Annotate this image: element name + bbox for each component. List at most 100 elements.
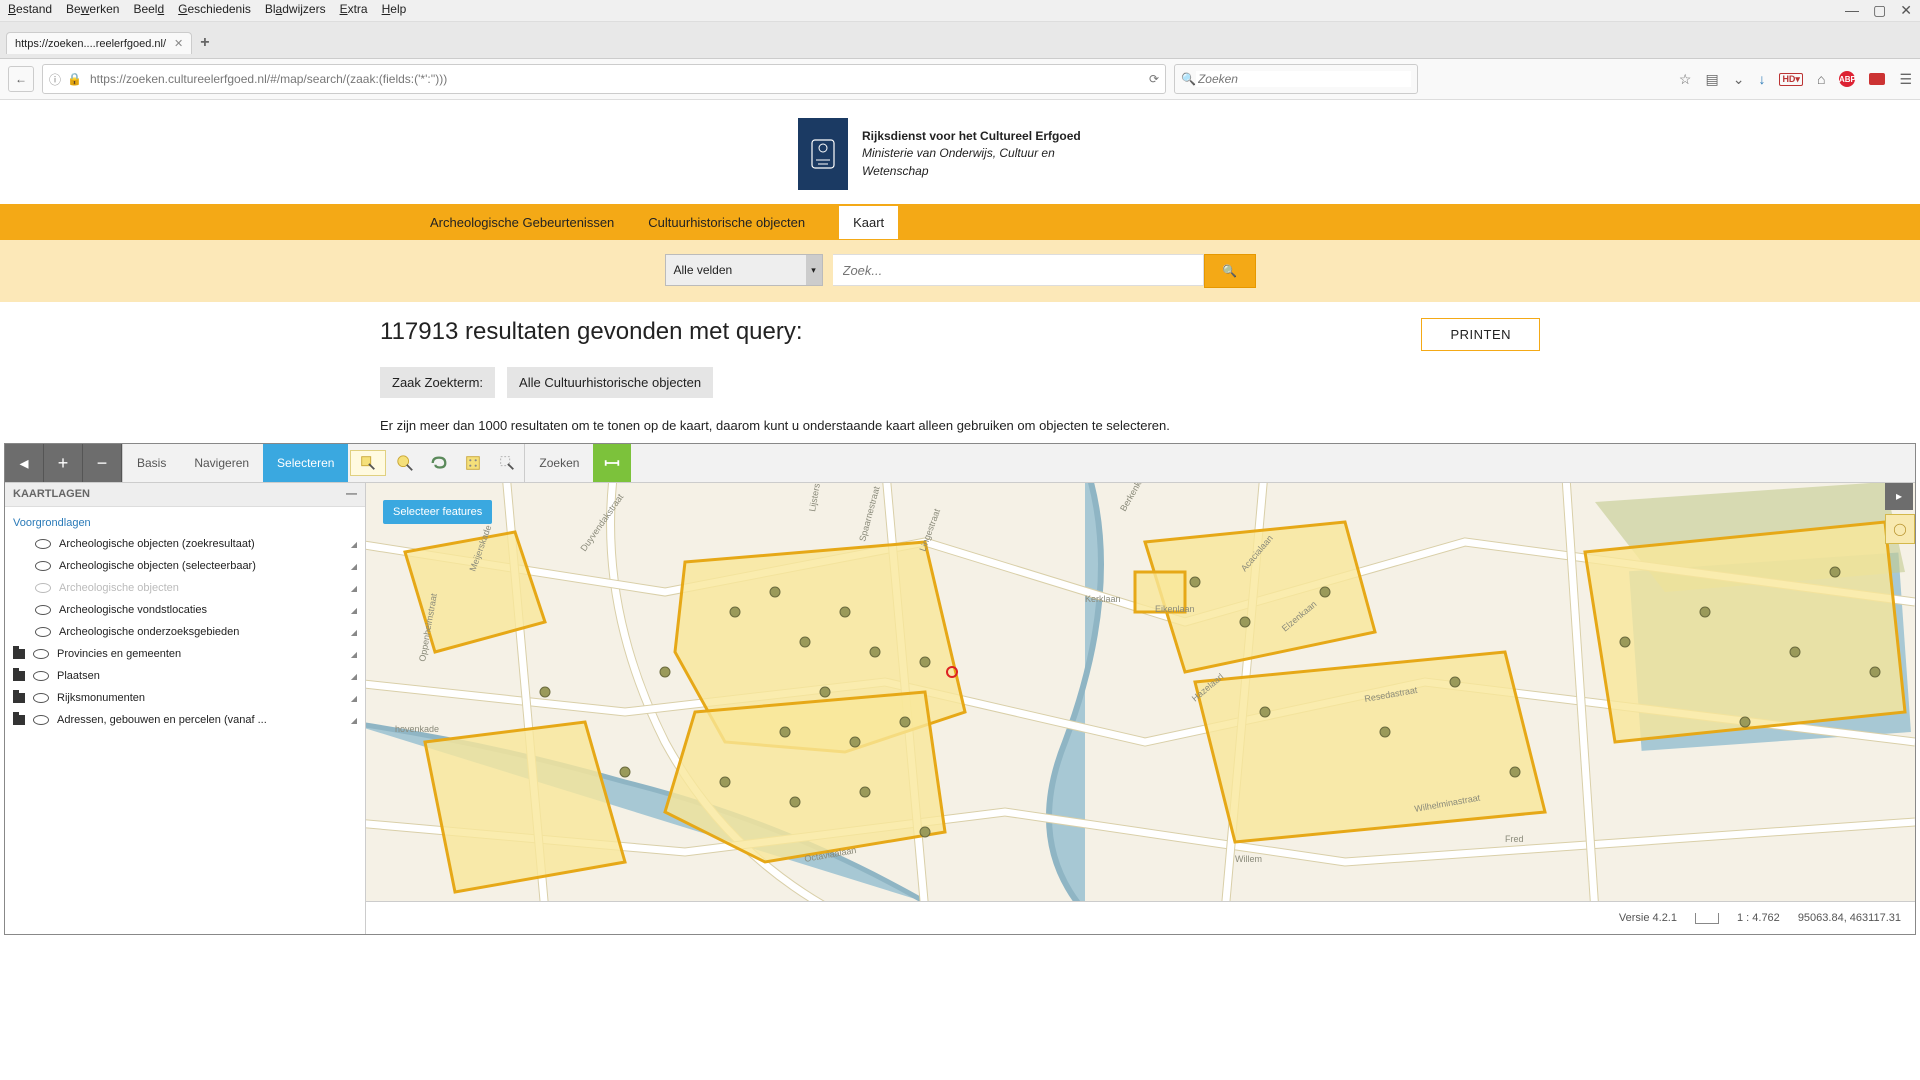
hd-badge-icon[interactable]: HD▾: [1779, 73, 1803, 86]
sidebar-collapse-icon[interactable]: —: [346, 488, 357, 500]
nav-item-cultuurhistorische[interactable]: Cultuurhistorische objecten: [648, 206, 805, 239]
expand-arrow-icon[interactable]: ◢: [351, 716, 357, 725]
expand-arrow-icon[interactable]: ◢: [351, 694, 357, 703]
eye-icon[interactable]: [35, 583, 51, 593]
expand-arrow-icon[interactable]: ◢: [351, 584, 357, 593]
locate-button[interactable]: ◯: [1885, 514, 1915, 544]
chip-alle-cultuurhistorische[interactable]: Alle Cultuurhistorische objecten: [507, 367, 713, 398]
eye-icon[interactable]: [35, 627, 51, 637]
layer-label: Plaatsen: [57, 670, 100, 682]
adblock-icon[interactable]: ABP: [1839, 71, 1855, 87]
hamburger-menu-icon[interactable]: ☰: [1899, 71, 1912, 88]
select-point-tool-icon[interactable]: [350, 450, 386, 476]
zoom-in-button[interactable]: +: [44, 444, 83, 482]
bookmark-star-icon[interactable]: ☆: [1679, 71, 1692, 88]
map-canvas[interactable]: Selecteer features .road{stroke:#fff;str…: [365, 482, 1915, 902]
eye-icon[interactable]: [35, 561, 51, 571]
window-close-icon[interactable]: ✕: [1900, 2, 1912, 19]
mode-navigeren[interactable]: Navigeren: [180, 444, 263, 482]
layer-row[interactable]: Rijksmonumenten ◢: [5, 687, 365, 709]
expand-arrow-icon[interactable]: ◢: [351, 540, 357, 549]
layer-label: Archeologische onderzoeksgebieden: [59, 626, 239, 638]
home-icon[interactable]: ⌂: [1817, 71, 1825, 87]
expand-arrow-icon[interactable]: ◢: [351, 650, 357, 659]
eye-icon[interactable]: [35, 539, 51, 549]
field-selector-dropdown[interactable]: Alle velden ▾: [665, 254, 823, 286]
toolbar-back-button[interactable]: ◂: [5, 444, 44, 482]
select-rect-tool-icon[interactable]: [456, 444, 490, 482]
url-box[interactable]: ⓘ 🔒 ⟳: [42, 64, 1166, 94]
layer-row[interactable]: Plaatsen ◢: [5, 665, 365, 687]
browser-search-input[interactable]: [1196, 71, 1411, 87]
query-input[interactable]: [833, 254, 1204, 286]
status-coords: 95063.84, 463117.31: [1798, 912, 1901, 924]
nav-item-kaart[interactable]: Kaart: [839, 206, 898, 239]
right-panel-toggle[interactable]: ▸: [1885, 482, 1913, 510]
downloads-icon[interactable]: ↓: [1758, 71, 1765, 87]
select-lasso-tool-icon[interactable]: [422, 444, 456, 482]
search-band: Alle velden ▾ 🔍: [0, 240, 1920, 302]
expand-arrow-icon[interactable]: ◢: [351, 628, 357, 637]
layer-row[interactable]: Provincies en gemeenten◢: [5, 643, 365, 665]
youtube-icon[interactable]: [1869, 73, 1885, 85]
expand-arrow-icon[interactable]: ◢: [351, 606, 357, 615]
browser-toolbar-icons: ☆ ▤ ⌄ ↓ HD▾ ⌂ ABP ☰: [1679, 71, 1912, 88]
print-button[interactable]: PRINTEN: [1421, 318, 1540, 351]
menu-bewerken[interactable]: Bewerken: [66, 2, 119, 19]
svg-text:Willem: Willem: [1235, 854, 1262, 864]
svg-text:Kerklaan: Kerklaan: [1085, 594, 1121, 604]
info-icon[interactable]: ⓘ: [49, 71, 61, 88]
menu-help[interactable]: Help: [382, 2, 407, 19]
mode-basis[interactable]: Basis: [123, 444, 180, 482]
layer-row[interactable]: Adressen, gebouwen en percelen (vanaf ..…: [5, 709, 365, 731]
map-toolbar: ◂ + − Basis Navigeren Selecteren Zoeken: [5, 444, 1915, 483]
mode-selecteren[interactable]: Selecteren: [263, 444, 348, 482]
new-tab-button[interactable]: +: [200, 34, 209, 52]
layer-row[interactable]: Archeologische objecten (selecteerbaar)◢: [5, 555, 365, 577]
layer-row[interactable]: Archeologische objecten (zoekresultaat)◢: [5, 533, 365, 555]
menu-extra[interactable]: Extra: [340, 2, 368, 19]
eye-icon[interactable]: [35, 605, 51, 615]
brand-ministry: Ministerie van Onderwijs, Cultuur en Wet…: [862, 146, 1055, 177]
map-right-controls: ▸ ◯: [1885, 482, 1915, 544]
sidebar-title: KAARTLAGEN: [13, 488, 90, 500]
layer-row[interactable]: Archeologische onderzoeksgebieden ◢: [5, 621, 365, 643]
layer-label: Archeologische vondstlocaties: [59, 604, 207, 616]
results-count: 117913: [380, 318, 458, 345]
select-polygon-tool-icon[interactable]: [490, 444, 524, 482]
layer-row[interactable]: Archeologische objecten◢: [5, 577, 365, 599]
filter-chips: Zaak Zoekterm: Alle Cultuurhistorische o…: [380, 367, 1540, 398]
library-icon[interactable]: ▤: [1705, 71, 1718, 88]
mode-zoeken[interactable]: Zoeken: [525, 444, 593, 482]
expand-arrow-icon[interactable]: ◢: [351, 562, 357, 571]
map-viewer: ◂ + − Basis Navigeren Selecteren Zoeken …: [4, 443, 1916, 935]
pocket-icon[interactable]: ⌄: [1733, 71, 1745, 88]
menu-bestand[interactable]: Bestand: [8, 2, 52, 19]
eye-icon[interactable]: [33, 715, 49, 725]
measure-tool-icon[interactable]: [593, 444, 631, 482]
browser-search-box[interactable]: 🔍: [1174, 64, 1418, 94]
layer-label: Rijksmonumenten: [57, 692, 145, 704]
sidebar-body[interactable]: Voorgrondlagen Archeologische objecten (…: [5, 507, 365, 934]
menu-geschiedenis[interactable]: Geschiedenis: [178, 2, 251, 19]
tab-close-icon[interactable]: ✕: [174, 37, 183, 50]
menu-beeld[interactable]: Beeld: [133, 2, 164, 19]
url-input[interactable]: [88, 71, 1143, 87]
back-button[interactable]: ←: [8, 66, 34, 92]
menu-bladwijzers[interactable]: Bladwijzers: [265, 2, 326, 19]
layer-row[interactable]: Archeologische vondstlocaties ◢: [5, 599, 365, 621]
eye-icon[interactable]: [33, 671, 49, 681]
window-minimize-icon[interactable]: —: [1845, 2, 1859, 19]
select-circle-tool-icon[interactable]: [388, 444, 422, 482]
expand-arrow-icon[interactable]: ◢: [351, 672, 357, 681]
reload-icon[interactable]: ⟳: [1149, 72, 1159, 86]
chip-zaak-zoekterm[interactable]: Zaak Zoekterm:: [380, 367, 495, 398]
eye-icon[interactable]: [33, 693, 49, 703]
nav-item-archeologische[interactable]: Archeologische Gebeurtenissen: [430, 206, 614, 239]
zoom-out-button[interactable]: −: [83, 444, 122, 482]
map-svg: .road{stroke:#fff;stroke-width:7;fill:no…: [365, 482, 1915, 902]
eye-icon[interactable]: [33, 649, 49, 659]
browser-tab[interactable]: https://zoeken....reelerfgoed.nl/ ✕: [6, 32, 192, 54]
search-submit-button[interactable]: 🔍: [1204, 254, 1256, 288]
window-maximize-icon[interactable]: ▢: [1873, 2, 1886, 19]
